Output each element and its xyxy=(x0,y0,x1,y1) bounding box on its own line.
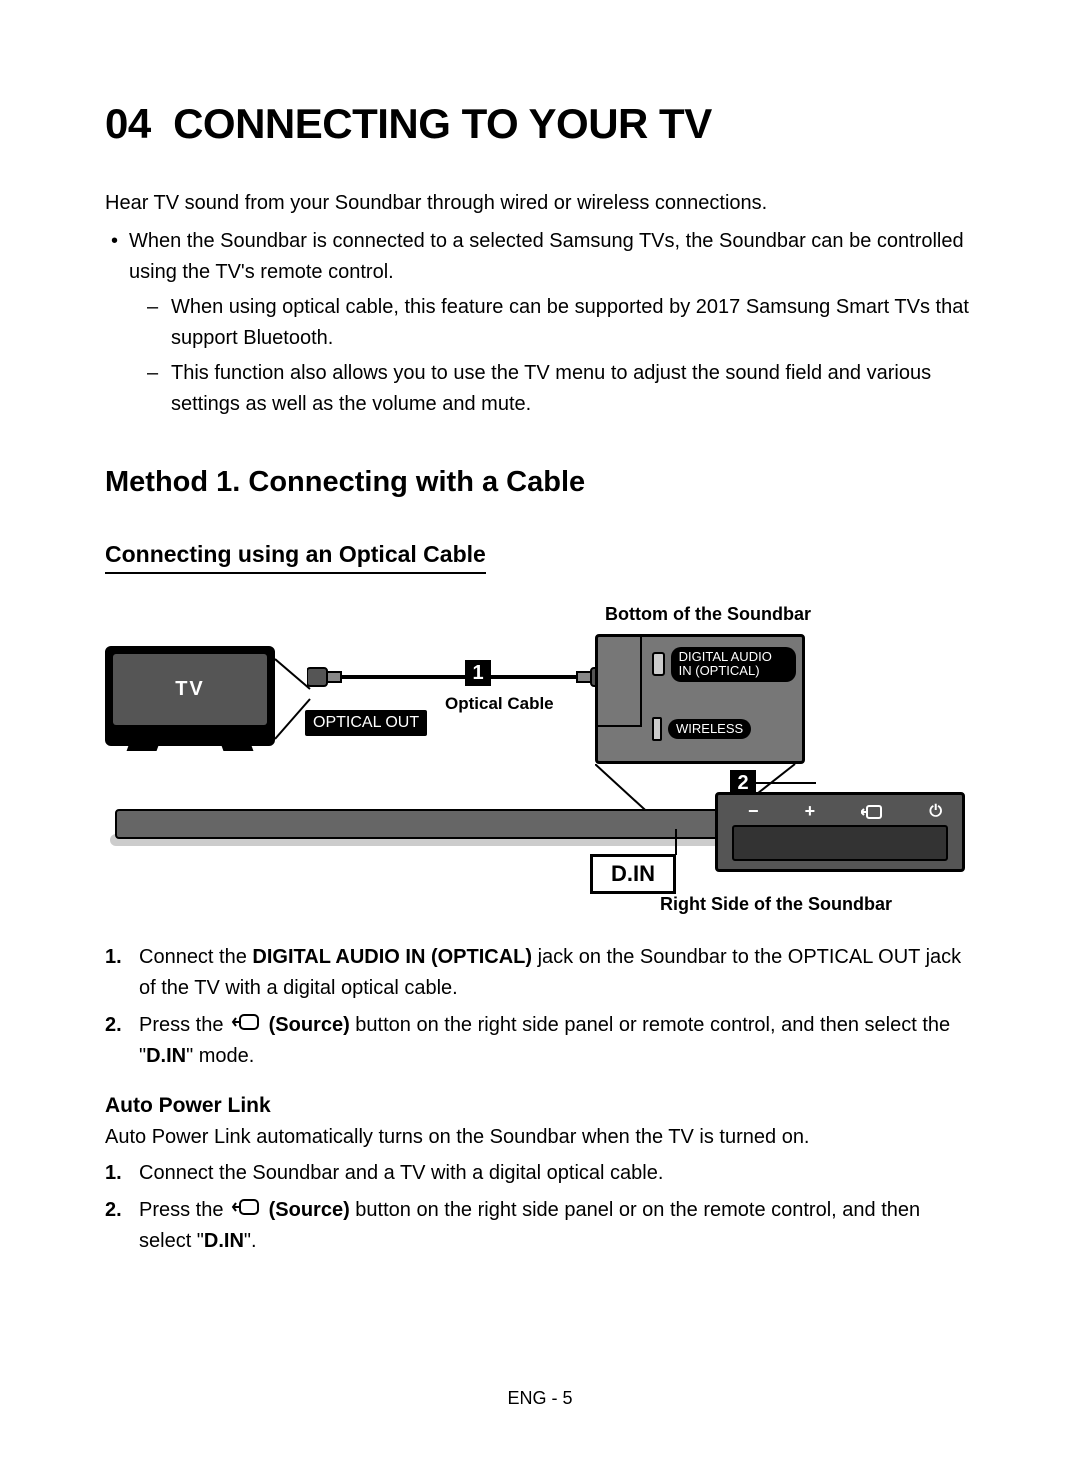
page-title: 04 CONNECTING TO YOUR TV xyxy=(105,100,975,148)
step-item: 1. Connect the DIGITAL AUDIO IN (OPTICAL… xyxy=(139,942,975,1004)
optical-cable-icon xyxy=(307,662,617,692)
connection-diagram: Bottom of the Soundbar TV OPTICAL OUT 1 … xyxy=(105,604,975,914)
power-icon: ⏻ xyxy=(929,803,942,821)
soundbar-bottom-panel-icon: DIGITAL AUDIO IN (OPTICAL) WIRELESS xyxy=(595,634,805,764)
step-text: " mode. xyxy=(186,1045,254,1067)
step-item: 1. Connect the Soundbar and a TV with a … xyxy=(139,1158,975,1189)
auto-power-link-intro: Auto Power Link automatically turns on t… xyxy=(105,1122,975,1152)
step-item: 2. Press the (Source) button on the righ… xyxy=(139,1195,975,1257)
dash-item: This function also allows you to use the… xyxy=(171,358,975,424)
soundbar-body-icon xyxy=(115,809,745,839)
step-text: ". xyxy=(244,1230,257,1252)
wireless-jack-icon xyxy=(652,717,662,741)
dash-item: When using optical cable, this feature c… xyxy=(171,292,975,358)
step-text-bold: DIGITAL AUDIO IN (OPTICAL) xyxy=(252,946,532,968)
section-title: CONNECTING TO YOUR TV xyxy=(173,100,712,147)
tv-label: TV xyxy=(113,654,267,725)
source-button-icon xyxy=(861,804,883,820)
display-readout: D.IN xyxy=(590,854,676,894)
auto-power-link-heading: Auto Power Link xyxy=(105,1094,975,1118)
optical-out-label: OPTICAL OUT xyxy=(305,710,427,736)
step-number: 2. xyxy=(105,1010,122,1041)
digital-audio-in-label: DIGITAL AUDIO IN (OPTICAL) xyxy=(671,647,796,682)
source-icon xyxy=(231,1010,261,1041)
volume-down-icon: − xyxy=(748,801,759,822)
soundbar-side-panel-icon: − + ⏻ xyxy=(715,792,965,872)
step-text: Press the xyxy=(139,1199,229,1221)
wireless-label: WIRELESS xyxy=(668,719,751,739)
step-badge-1: 1 xyxy=(465,660,491,686)
method-heading: Method 1. Connecting with a Cable xyxy=(105,466,975,499)
bottom-of-soundbar-label: Bottom of the Soundbar xyxy=(605,604,811,625)
volume-up-icon: + xyxy=(805,801,816,822)
right-side-label: Right Side of the Soundbar xyxy=(660,894,892,915)
step-number: 2. xyxy=(105,1195,122,1226)
step-number: 1. xyxy=(105,942,122,973)
bullet-text: When the Soundbar is connected to a sele… xyxy=(129,230,964,283)
step-number: 1. xyxy=(105,1158,122,1189)
step-text: Connect the Soundbar and a TV with a dig… xyxy=(139,1162,663,1184)
tv-icon: TV xyxy=(105,646,275,746)
optical-jack-icon xyxy=(652,652,665,676)
step-text-bold: (Source) xyxy=(263,1014,350,1036)
bullet-item: When the Soundbar is connected to a sele… xyxy=(129,226,975,424)
sub-heading: Connecting using an Optical Cable xyxy=(105,541,486,574)
step-text-bold: D.IN xyxy=(204,1230,244,1252)
page-footer: ENG - 5 xyxy=(0,1388,1080,1409)
source-icon xyxy=(231,1195,261,1226)
step-item: 2. Press the (Source) button on the righ… xyxy=(139,1010,975,1072)
step-text-bold: D.IN xyxy=(146,1045,186,1067)
intro-text: Hear TV sound from your Soundbar through… xyxy=(105,188,975,218)
step-text-bold: (Source) xyxy=(263,1199,350,1221)
section-number: 04 xyxy=(105,100,151,147)
optical-cable-label: Optical Cable xyxy=(445,694,554,714)
step-text: Press the xyxy=(139,1014,229,1036)
step-text: Connect the xyxy=(139,946,252,968)
